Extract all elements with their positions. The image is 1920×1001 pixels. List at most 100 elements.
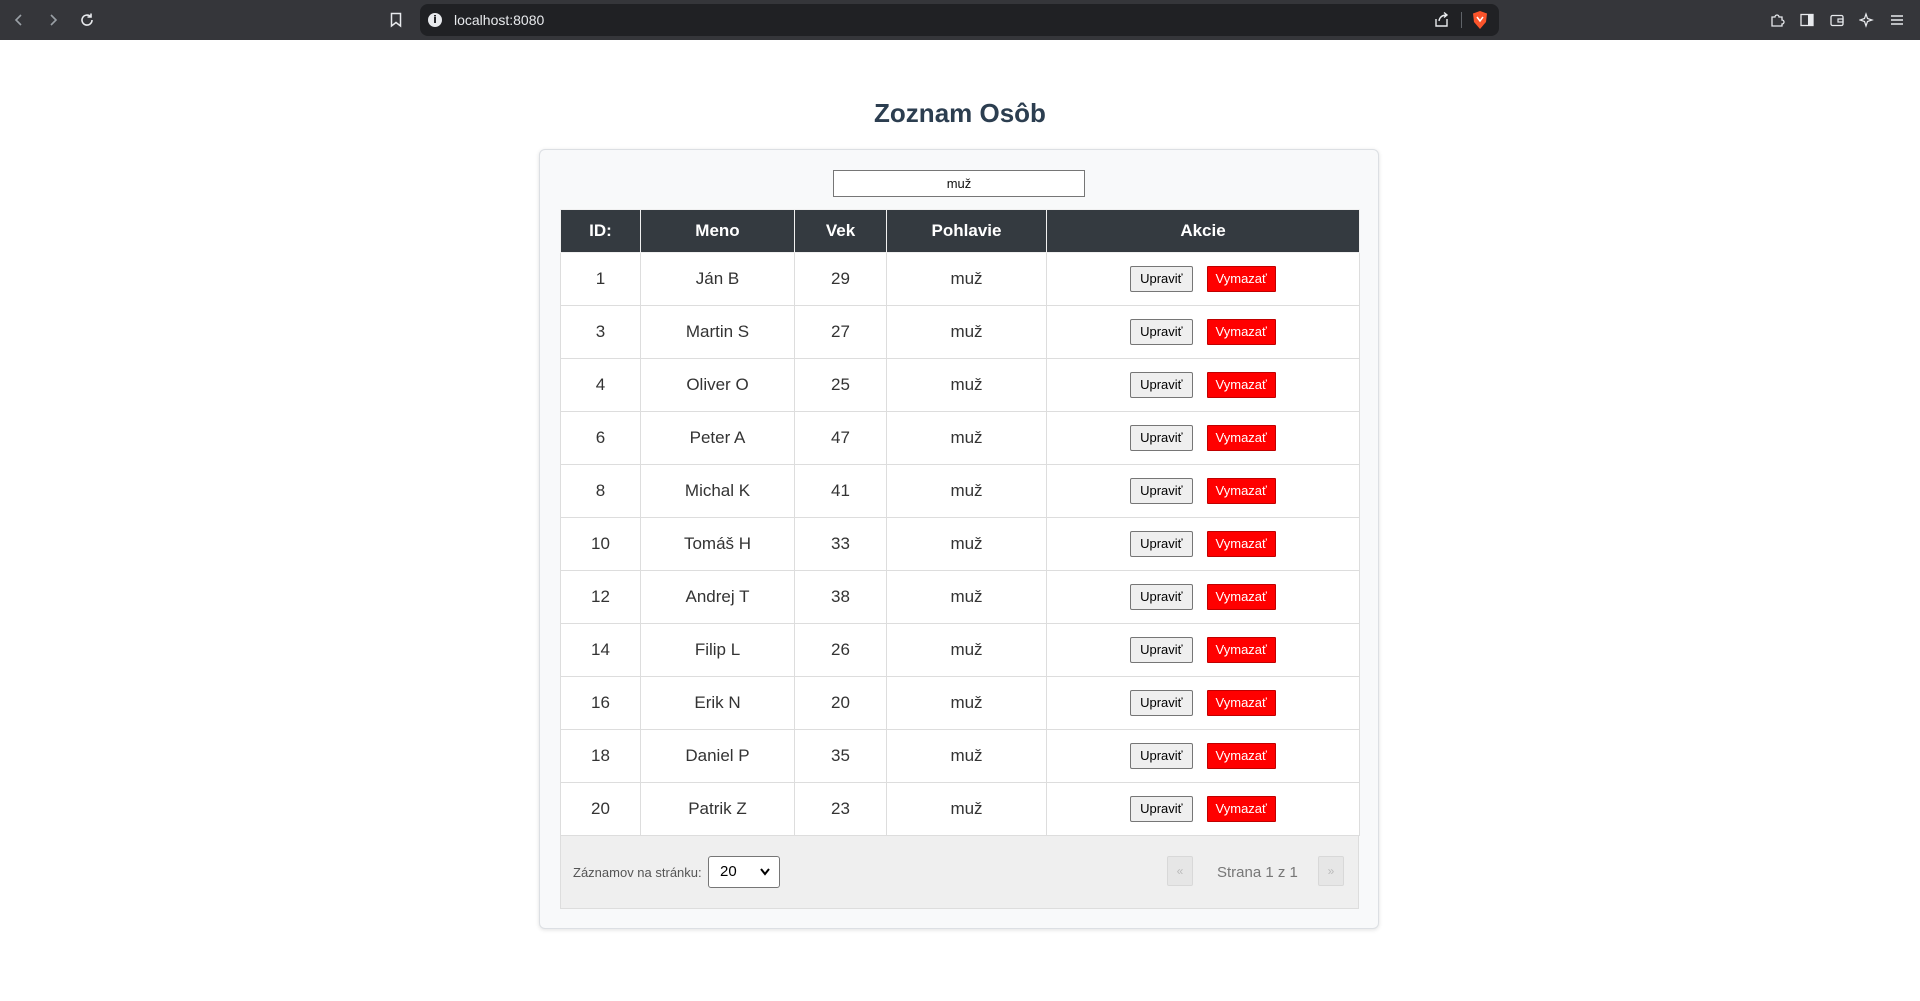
cell-age: 33: [794, 517, 887, 571]
cell-id: 4: [560, 358, 641, 412]
delete-button[interactable]: Vymazať: [1206, 478, 1276, 504]
cell-age: 23: [794, 782, 887, 836]
next-page-button[interactable]: »: [1318, 856, 1344, 886]
cell-name: Andrej T: [640, 570, 795, 624]
cell-id: 3: [560, 305, 641, 359]
cell-age: 20: [794, 676, 887, 730]
cell-age: 38: [794, 570, 887, 624]
cell-gender: muž: [886, 305, 1047, 359]
cell-name: Erik N: [640, 676, 795, 730]
column-header-id[interactable]: ID:: [560, 209, 641, 253]
address-bar[interactable]: i localhost:8080: [420, 4, 1499, 36]
edit-button[interactable]: Upraviť: [1130, 425, 1193, 451]
cell-actions: Upraviť Vymazať: [1046, 358, 1360, 412]
cell-id: 10: [560, 517, 641, 571]
edit-button[interactable]: Upraviť: [1130, 372, 1193, 398]
table-row: 20 Patrik Z 23 muž Upraviť Vymazať: [560, 782, 1360, 836]
cell-age: 29: [794, 252, 887, 306]
leo-ai-icon[interactable]: [1858, 10, 1876, 30]
column-header-gender[interactable]: Pohlavie: [886, 209, 1047, 253]
edit-button[interactable]: Upraviť: [1130, 478, 1193, 504]
delete-button[interactable]: Vymazať: [1206, 266, 1276, 292]
delete-button[interactable]: Vymazať: [1206, 690, 1276, 716]
cell-actions: Upraviť Vymazať: [1046, 411, 1360, 465]
cell-id: 12: [560, 570, 641, 624]
cell-name: Filip L: [640, 623, 795, 677]
cell-actions: Upraviť Vymazať: [1046, 676, 1360, 730]
toolbar-icons: [1768, 10, 1906, 30]
cell-age: 25: [794, 358, 887, 412]
forward-icon[interactable]: [38, 5, 68, 35]
column-header-name[interactable]: Meno: [640, 209, 795, 253]
filter-input[interactable]: [833, 170, 1085, 197]
delete-button[interactable]: Vymazať: [1206, 637, 1276, 663]
cell-actions: Upraviť Vymazať: [1046, 305, 1360, 359]
cell-id: 14: [560, 623, 641, 677]
delete-button[interactable]: Vymazať: [1206, 319, 1276, 345]
cell-actions: Upraviť Vymazať: [1046, 729, 1360, 783]
delete-button[interactable]: Vymazať: [1206, 743, 1276, 769]
cell-actions: Upraviť Vymazať: [1046, 252, 1360, 306]
cell-age: 27: [794, 305, 887, 359]
bookmark-icon[interactable]: [386, 10, 406, 30]
cell-id: 20: [560, 782, 641, 836]
edit-button[interactable]: Upraviť: [1130, 690, 1193, 716]
edit-button[interactable]: Upraviť: [1130, 266, 1193, 292]
delete-button[interactable]: Vymazať: [1206, 372, 1276, 398]
per-page-label: Záznamov na stránku:: [573, 865, 702, 880]
edit-button[interactable]: Upraviť: [1130, 637, 1193, 663]
cell-age: 35: [794, 729, 887, 783]
column-header-actions: Akcie: [1046, 209, 1360, 253]
site-info-icon[interactable]: i: [428, 13, 442, 27]
sidebar-icon[interactable]: [1798, 10, 1816, 30]
cell-id: 16: [560, 676, 641, 730]
extensions-icon[interactable]: [1768, 10, 1786, 30]
table-row: 3 Martin S 27 muž Upraviť Vymazať: [560, 305, 1360, 359]
edit-button[interactable]: Upraviť: [1130, 743, 1193, 769]
cell-name: Oliver O: [640, 358, 795, 412]
divider: [1461, 12, 1462, 28]
cell-gender: muž: [886, 411, 1047, 465]
brave-shield-icon[interactable]: [1471, 10, 1489, 30]
edit-button[interactable]: Upraviť: [1130, 584, 1193, 610]
menu-icon[interactable]: [1888, 10, 1906, 30]
delete-button[interactable]: Vymazať: [1206, 425, 1276, 451]
back-icon[interactable]: [4, 5, 34, 35]
cell-gender: muž: [886, 623, 1047, 677]
cell-gender: muž: [886, 464, 1047, 518]
cell-actions: Upraviť Vymazať: [1046, 570, 1360, 624]
table-row: 16 Erik N 20 muž Upraviť Vymazať: [560, 676, 1360, 730]
table-row: 10 Tomáš H 33 muž Upraviť Vymazať: [560, 517, 1360, 571]
table-row: 4 Oliver O 25 muž Upraviť Vymazať: [560, 358, 1360, 412]
per-page-select[interactable]: 20: [708, 856, 780, 888]
table-row: 12 Andrej T 38 muž Upraviť Vymazať: [560, 570, 1360, 624]
cell-actions: Upraviť Vymazať: [1046, 782, 1360, 836]
cell-name: Daniel P: [640, 729, 795, 783]
prev-page-button[interactable]: «: [1167, 856, 1193, 886]
cell-age: 26: [794, 623, 887, 677]
chevron-down-icon: [759, 857, 771, 898]
pagination-bar: Záznamov na stránku: 20 « Strana 1 z 1 »: [560, 836, 1359, 909]
delete-button[interactable]: Vymazať: [1206, 584, 1276, 610]
cell-gender: muž: [886, 252, 1047, 306]
cell-gender: muž: [886, 517, 1047, 571]
cell-id: 18: [560, 729, 641, 783]
cell-name: Patrik Z: [640, 782, 795, 836]
table-row: 6 Peter A 47 muž Upraviť Vymazať: [560, 411, 1360, 465]
url-text[interactable]: localhost:8080: [454, 12, 544, 28]
delete-button[interactable]: Vymazať: [1206, 796, 1276, 822]
cell-gender: muž: [886, 358, 1047, 412]
edit-button[interactable]: Upraviť: [1130, 796, 1193, 822]
browser-toolbar: i localhost:8080: [0, 0, 1920, 40]
reload-icon[interactable]: [72, 5, 102, 35]
delete-button[interactable]: Vymazať: [1206, 531, 1276, 557]
column-header-age[interactable]: Vek: [794, 209, 887, 253]
wallet-icon[interactable]: [1828, 10, 1846, 30]
share-icon[interactable]: [1433, 11, 1451, 34]
cell-name: Martin S: [640, 305, 795, 359]
people-table: ID: Meno Vek Pohlavie Akcie 1 Ján B 29 muž U…: [560, 209, 1360, 836]
edit-button[interactable]: Upraviť: [1130, 531, 1193, 557]
edit-button[interactable]: Upraviť: [1130, 319, 1193, 345]
cell-gender: muž: [886, 570, 1047, 624]
cell-name: Peter A: [640, 411, 795, 465]
